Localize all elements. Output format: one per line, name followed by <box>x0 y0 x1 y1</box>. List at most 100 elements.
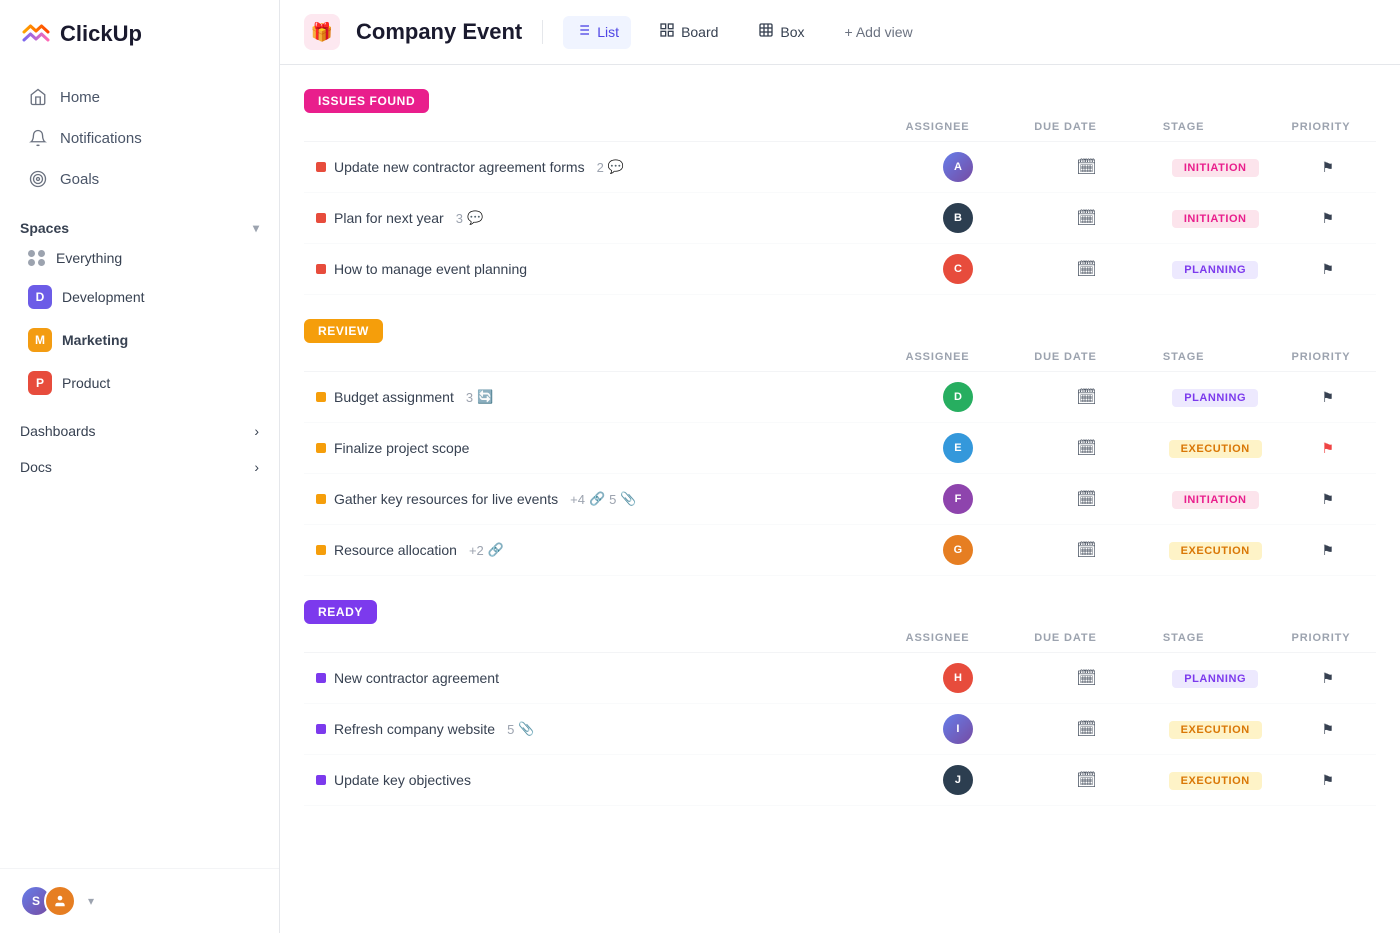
calendar-icon: 🗓 <box>1076 440 1096 457</box>
sidebar-item-home[interactable]: Home <box>8 77 271 117</box>
flag-icon: ⚑ <box>1321 542 1334 558</box>
comment-icon: 💬 <box>467 210 483 226</box>
task-name: Budget assignment <box>334 389 454 405</box>
calendar-icon: 🗓 <box>1076 721 1096 738</box>
th-task-review <box>304 343 894 372</box>
task-name: Resource allocation <box>334 542 457 558</box>
sidebar-item-development[interactable]: D Development <box>8 276 271 318</box>
board-tab-icon <box>659 22 675 43</box>
sidebar-nav: Home Notifications Goals <box>0 68 279 208</box>
bell-icon <box>28 128 48 148</box>
priority-cell: ⚑ <box>1280 193 1377 244</box>
task-dot-icon <box>316 392 326 402</box>
group-badge-issues: ISSUES FOUND <box>304 89 429 113</box>
table-row: New contractor agreement H 🗓 PLANNING <box>304 653 1376 704</box>
task-dot-icon <box>316 673 326 683</box>
due-date-cell: 🗓 <box>1022 244 1151 295</box>
assignee-cell: D <box>894 372 1023 423</box>
assignee-cell: B <box>894 193 1023 244</box>
th-duedate-issues: DUE DATE <box>1022 113 1151 142</box>
avatar: H <box>943 663 973 693</box>
task-name: New contractor agreement <box>334 670 499 686</box>
task-meta: 5 📎 <box>507 721 534 737</box>
assignee-cell: H <box>894 653 1023 704</box>
task-meta: 2 💬 <box>597 159 624 175</box>
sidebar-item-marketing-label: Marketing <box>62 332 128 348</box>
sidebar-item-docs[interactable]: Docs › <box>0 449 279 485</box>
due-date-cell: 🗓 <box>1022 372 1151 423</box>
flag-icon: ⚑ <box>1321 210 1334 226</box>
stage-cell: INITIATION <box>1151 193 1280 244</box>
due-date-cell: 🗓 <box>1022 525 1151 576</box>
stage-badge: INITIATION <box>1172 210 1259 228</box>
docs-label: Docs <box>20 459 52 475</box>
th-assignee-review: ASSIGNEE <box>894 343 1023 372</box>
assignee-cell: I <box>894 704 1023 755</box>
avatar: J <box>943 765 973 795</box>
table-row: Plan for next year 3 💬 B 🗓 <box>304 193 1376 244</box>
sidebar-item-everything-label: Everything <box>56 250 122 266</box>
group-badge-ready: READY <box>304 600 377 624</box>
list-tab-icon <box>575 22 591 43</box>
group-issues-found: ISSUES FOUND ASSIGNEE DUE DATE STAGE PRI… <box>304 89 1376 295</box>
task-name-cell: Gather key resources for live events +4 … <box>304 474 894 525</box>
clickup-logo-icon <box>20 18 52 50</box>
task-dot-icon <box>316 724 326 734</box>
sidebar-item-notifications[interactable]: Notifications <box>8 118 271 158</box>
priority-cell: ⚑ <box>1280 474 1377 525</box>
th-duedate-ready: DUE DATE <box>1022 624 1151 653</box>
calendar-icon: 🗓 <box>1076 210 1096 227</box>
due-date-cell: 🗓 <box>1022 704 1151 755</box>
th-priority-review: PRIORITY <box>1280 343 1377 372</box>
add-view-button[interactable]: + Add view <box>833 18 925 46</box>
sidebar-bottom: Dashboards › Docs › <box>0 405 279 493</box>
priority-cell: ⚑ <box>1280 755 1377 806</box>
avatar: D <box>943 382 973 412</box>
assignee-cell: E <box>894 423 1023 474</box>
issues-table: ASSIGNEE DUE DATE STAGE PRIORITY Update … <box>304 113 1376 295</box>
development-dot-icon: D <box>28 285 52 309</box>
avatar: B <box>943 203 973 233</box>
task-dot-icon <box>316 264 326 274</box>
due-date-cell: 🗓 <box>1022 474 1151 525</box>
spaces-section-header: Spaces ▾ <box>0 208 279 240</box>
th-duedate-review: DUE DATE <box>1022 343 1151 372</box>
th-assignee-ready: ASSIGNEE <box>894 624 1023 653</box>
assignee-cell: C <box>894 244 1023 295</box>
task-name-cell: Refresh company website 5 📎 <box>304 704 894 755</box>
tab-box[interactable]: Box <box>746 16 816 49</box>
sidebar-item-goals[interactable]: Goals <box>8 159 271 199</box>
sidebar-item-product[interactable]: P Product <box>8 362 271 404</box>
group-ready-header: READY <box>304 600 1376 624</box>
th-stage-issues: STAGE <box>1151 113 1280 142</box>
table-row: Resource allocation +2 🔗 G 🗓 <box>304 525 1376 576</box>
tab-board[interactable]: Board <box>647 16 730 49</box>
sidebar-item-everything[interactable]: Everything <box>8 241 271 275</box>
user-footer-chevron-icon[interactable]: ▾ <box>88 894 94 908</box>
task-name-cell: Update key objectives <box>304 755 894 806</box>
task-name: Refresh company website <box>334 721 495 737</box>
event-title: Company Event <box>356 19 522 45</box>
task-dot-icon <box>316 494 326 504</box>
table-row: Finalize project scope E 🗓 EXECUTION <box>304 423 1376 474</box>
table-row: Gather key resources for live events +4 … <box>304 474 1376 525</box>
flag-icon: ⚑ <box>1321 491 1334 507</box>
main-content: 🎁 Company Event List Board Box + Add vie… <box>280 0 1400 933</box>
flag-icon: ⚑ <box>1321 670 1334 686</box>
spaces-chevron-icon[interactable]: ▾ <box>253 221 259 235</box>
user-footer: S ▾ <box>0 868 279 933</box>
task-name: Update new contractor agreement forms <box>334 159 585 175</box>
avatar: C <box>943 254 973 284</box>
task-name-cell: Budget assignment 3 🔄 <box>304 372 894 423</box>
stage-badge: PLANNING <box>1172 670 1258 688</box>
paperclip-icon: 📎 <box>620 491 636 507</box>
sidebar-item-dashboards[interactable]: Dashboards › <box>0 413 279 449</box>
tab-board-label: Board <box>681 24 718 40</box>
task-meta: 3 🔄 <box>466 389 493 405</box>
sidebar-item-goals-label: Goals <box>60 171 99 188</box>
topbar: 🎁 Company Event List Board Box + Add vie… <box>280 0 1400 65</box>
calendar-icon: 🗓 <box>1076 389 1096 406</box>
th-stage-ready: STAGE <box>1151 624 1280 653</box>
tab-list[interactable]: List <box>563 16 631 49</box>
sidebar-item-marketing[interactable]: M Marketing <box>8 319 271 361</box>
